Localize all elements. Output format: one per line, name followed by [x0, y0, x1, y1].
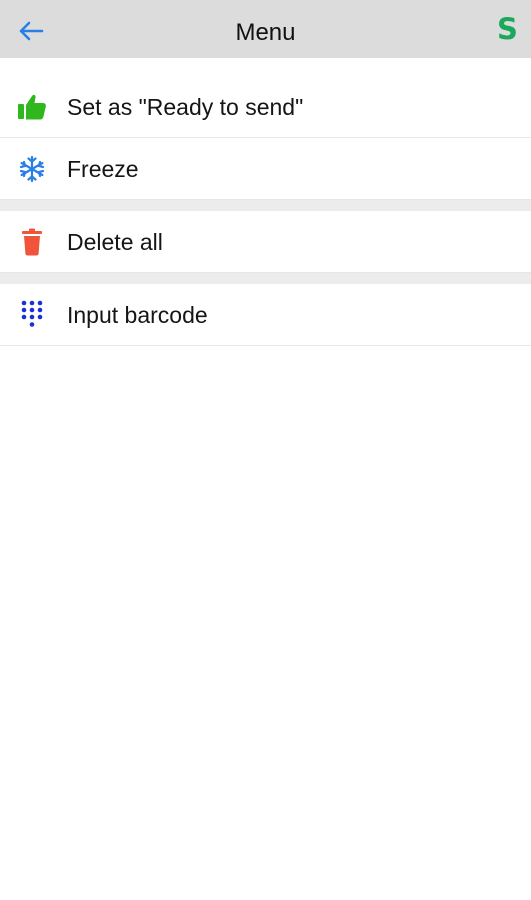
thumbs-up-icon: [16, 91, 48, 123]
menu-item-freeze[interactable]: Freeze: [0, 138, 531, 200]
menu-item-label: Delete all: [67, 228, 163, 255]
section-divider: [0, 200, 531, 211]
menu-list: Set as "Ready to send" Freeze Delete all…: [0, 58, 531, 346]
page-title: Menu: [235, 19, 296, 46]
section-divider: [0, 273, 531, 284]
menu-item-label: Set as "Ready to send": [67, 93, 304, 120]
snowflake-icon: [16, 153, 48, 185]
menu-item-label: Freeze: [67, 155, 139, 182]
menu-item-delete-all[interactable]: Delete all: [0, 211, 531, 273]
dialpad-icon: [16, 299, 48, 331]
app-header: Menu S: [0, 0, 531, 58]
trash-icon: [16, 226, 48, 258]
menu-item-label: Input barcode: [67, 301, 208, 328]
menu-item-ready-to-send[interactable]: Set as "Ready to send": [0, 76, 531, 138]
menu-item-input-barcode[interactable]: Input barcode: [0, 284, 531, 346]
brand-logo: S: [497, 12, 518, 46]
